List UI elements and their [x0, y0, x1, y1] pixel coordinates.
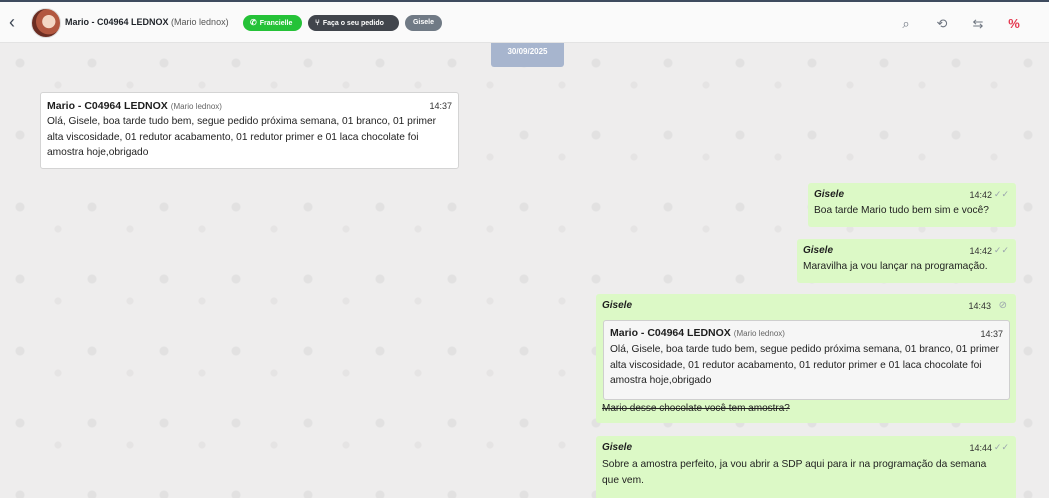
- search-icon[interactable]: ⌕: [898, 16, 914, 32]
- message-text: Maravilha ja vou lançar na programação.: [803, 261, 988, 272]
- chevron-left-icon[interactable]: ‹: [4, 13, 20, 31]
- history-icon[interactable]: ⟲: [934, 16, 950, 32]
- author-subname: (Mario lednox): [170, 102, 222, 111]
- message-time: 14:42: [969, 246, 992, 256]
- author-subname: (Mario lednox): [733, 329, 785, 338]
- message-incoming[interactable]: Mario - C04964 LEDNOX (Mario lednox) 14:3…: [40, 92, 459, 169]
- message-text: Olá, Gisele, boa tarde tudo bem, segue p…: [47, 116, 437, 158]
- message-author: Gisele: [602, 300, 633, 311]
- date-label: 30/09/2025: [507, 47, 548, 56]
- message-outgoing[interactable]: Gisele 14:42 ✓✓ Boa tarde Mario tudo bem…: [808, 183, 1016, 227]
- tag-label: Gisele: [412, 19, 434, 26]
- quoted-message[interactable]: Mario - C04964 LEDNOX (Mario lednox) 14:3…: [603, 320, 1010, 400]
- transfer-icon[interactable]: ⇆: [970, 16, 986, 32]
- tag-label: Faça o seu pedido: [322, 20, 384, 27]
- avatar[interactable]: [31, 8, 61, 38]
- message-time: 14:44: [969, 443, 992, 453]
- quoted-author: Mario - C04964 LEDNOX (Mario lednox): [610, 327, 785, 339]
- quoted-time: 14:37: [980, 329, 1003, 339]
- message-outgoing-reply[interactable]: Gisele 14:43 ⊘ Mario - C04964 LEDNOX (Mar…: [596, 294, 1016, 423]
- message-author: Mario - C04964 LEDNOX (Mario lednox): [47, 100, 222, 112]
- close-ticket-icon[interactable]: %: [1006, 16, 1022, 32]
- message-text-deleted: Mario desse chocolate você tem amostra?: [602, 403, 790, 414]
- message-time: 14:37: [429, 101, 452, 111]
- author-name: Mario - C04964 LEDNOX: [610, 327, 731, 339]
- message-time: 14:43: [968, 301, 991, 311]
- read-ticks-icon: ✓✓: [993, 442, 1009, 452]
- whatsapp-icon: ✆: [250, 18, 257, 27]
- tag-francielle[interactable]: ✆ Francielle: [243, 15, 302, 31]
- tag-flow[interactable]: ⑂ Faça o seu pedido: [308, 15, 399, 31]
- message-time: 14:42: [969, 190, 992, 200]
- read-ticks-icon: ✓✓: [993, 189, 1009, 199]
- message-outgoing[interactable]: Gisele 14:44 ✓✓ Sobre a amostra perfeito…: [596, 436, 1016, 498]
- message-author: Gisele: [602, 442, 633, 453]
- tag-gisele[interactable]: Gisele: [405, 15, 442, 31]
- contact-name[interactable]: Mario - C04964 LEDNOX (Mario lednox): [65, 17, 229, 27]
- chat-area[interactable]: 30/09/2025 Mario - C04964 LEDNOX (Mario l…: [0, 43, 1049, 498]
- date-separator: 30/09/2025: [491, 43, 564, 67]
- message-author: Gisele: [814, 189, 845, 200]
- message-text: Sobre a amostra perfeito, ja vou abrir a…: [602, 459, 987, 486]
- message-text: Boa tarde Mario tudo bem sim e você?: [814, 205, 989, 216]
- message-outgoing[interactable]: Gisele 14:42 ✓✓ Maravilha ja vou lançar …: [797, 239, 1016, 283]
- flow-icon: ⑂: [315, 18, 320, 27]
- message-author: Gisele: [803, 245, 834, 256]
- chat-header: ‹ Mario - C04964 LEDNOX (Mario lednox) ✆…: [0, 0, 1049, 43]
- contact-subname: (Mario lednox): [171, 17, 229, 27]
- contact-name-label: Mario - C04964 LEDNOX: [65, 17, 169, 27]
- quoted-text: Olá, Gisele, boa tarde tudo bem, segue p…: [610, 344, 1000, 386]
- read-ticks-icon: ✓✓: [993, 245, 1009, 255]
- deleted-icon: ⊘: [998, 300, 1007, 311]
- tag-label: Francielle: [259, 20, 293, 27]
- author-name: Mario - C04964 LEDNOX: [47, 100, 168, 112]
